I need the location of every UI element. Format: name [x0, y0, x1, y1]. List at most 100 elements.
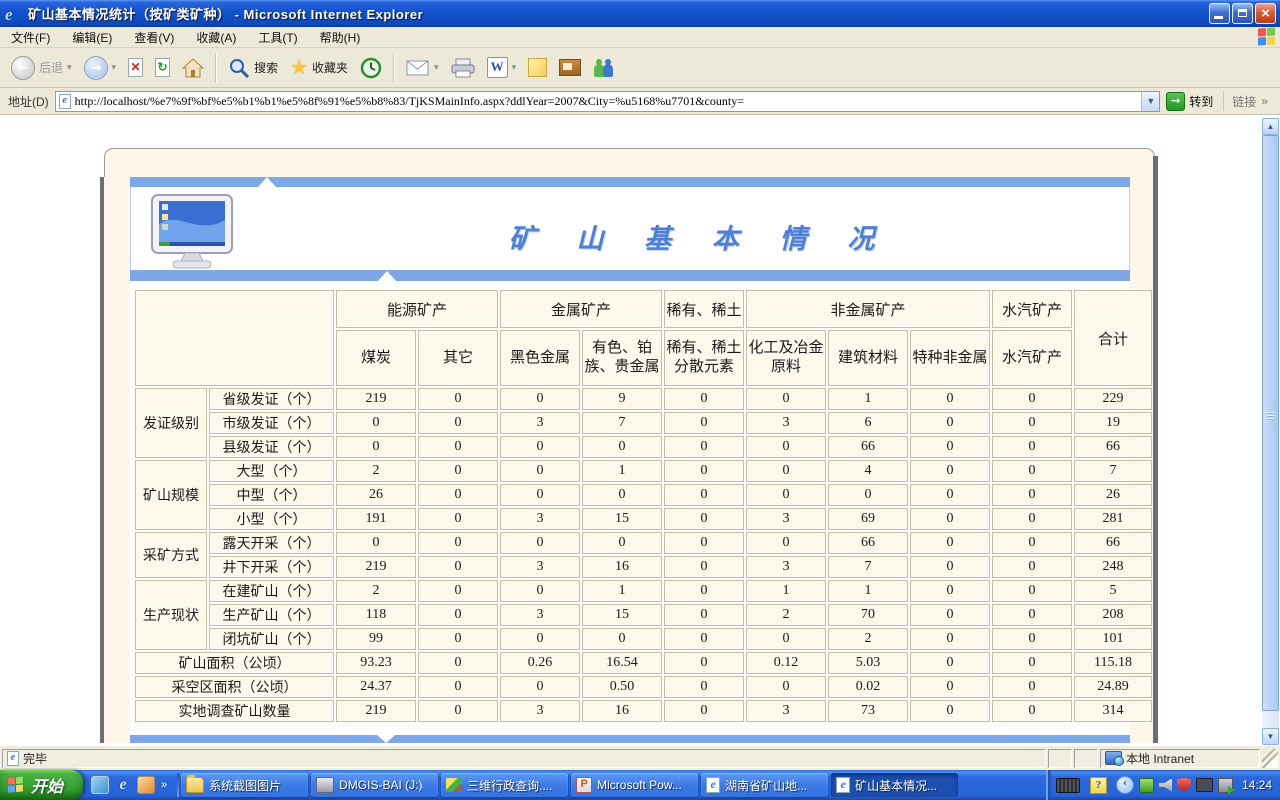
home-button[interactable] — [177, 56, 209, 80]
search-button[interactable]: 搜索 — [223, 55, 283, 81]
ie-doc-icon: e — [836, 777, 850, 793]
row-label: 生产矿山（个） — [209, 604, 334, 626]
mail-dropdown-icon[interactable]: ▾ — [434, 62, 439, 73]
data-cell: 0 — [418, 436, 498, 458]
close-button[interactable]: × — [1255, 3, 1276, 24]
edit-dropdown-icon[interactable]: ▾ — [512, 62, 517, 73]
windows-logo-icon — [1258, 27, 1276, 46]
resize-grip[interactable] — [1262, 749, 1278, 768]
quick-launch: e » — [83, 770, 175, 800]
menu-item[interactable]: 收藏(A) — [185, 29, 247, 46]
history-button[interactable] — [355, 55, 387, 81]
minimize-button[interactable] — [1209, 3, 1230, 24]
decor-bar-bottom — [130, 735, 1130, 743]
menubar-items: 文件(F)编辑(E)查看(V)收藏(A)工具(T)帮助(H) — [0, 29, 371, 46]
network-monitor-icon[interactable] — [1196, 778, 1213, 792]
scroll-down-button[interactable]: ▼ — [1262, 728, 1279, 745]
data-cell: 229 — [1074, 388, 1152, 410]
content-card: 矿 山 基 本 情 况 能源矿产金属矿产稀有、稀土非金属矿产水汽矿产合计煤炭其它… — [130, 177, 1130, 743]
go-label: 转到 — [1189, 93, 1213, 110]
data-cell: 0 — [418, 412, 498, 434]
column-header: 其它 — [418, 330, 498, 386]
back-dropdown-icon[interactable]: ▾ — [67, 62, 72, 73]
menu-item[interactable]: 工具(T) — [247, 29, 308, 46]
col-group-header: 稀有、稀土 — [664, 290, 744, 328]
col-group-header: 非金属矿产 — [746, 290, 990, 328]
notes-button[interactable] — [523, 56, 552, 79]
data-cell: 0 — [910, 412, 990, 434]
messenger-button[interactable] — [588, 57, 620, 79]
taskbar-task[interactable]: e湖南省矿山地... — [701, 773, 828, 797]
links-bar[interactable]: 链接 » — [1223, 91, 1276, 111]
print-button[interactable] — [446, 56, 480, 80]
start-label: 开始 — [31, 773, 63, 797]
outlook-icon[interactable] — [137, 776, 155, 794]
show-desktop-icon[interactable] — [91, 776, 109, 794]
scrollbar-thumb[interactable] — [1262, 135, 1279, 711]
start-button[interactable]: 开始 — [0, 770, 83, 800]
tray-collapse-icon[interactable]: ‹ — [1116, 776, 1134, 794]
forward-button[interactable]: → ▾ — [79, 54, 122, 82]
taskbar-task[interactable]: 三维行政查询.... — [441, 773, 568, 797]
help-badge-icon[interactable]: ? — [1090, 777, 1107, 794]
address-input[interactable]: http://localhost/%e7%9f%bf%e5%b1%b1%e5%8… — [55, 91, 1161, 112]
data-cell: 93.23 — [336, 652, 416, 674]
taskbar-task[interactable]: DMGIS-BAI (J:) — [311, 773, 438, 797]
taskbar-task[interactable]: PMicrosoft Pow... — [571, 773, 698, 797]
links-more-icon[interactable]: » — [1261, 94, 1268, 108]
stop-button[interactable]: ✕ — [123, 56, 148, 79]
data-cell: 3 — [500, 508, 580, 530]
edit-word-button[interactable]: W ▾ — [482, 55, 522, 80]
row-group-label: 生产现状 — [135, 580, 207, 650]
data-cell: 7 — [1074, 460, 1152, 482]
restore-button[interactable] — [1232, 3, 1253, 24]
data-cell: 66 — [1074, 436, 1152, 458]
page-icon — [59, 94, 71, 109]
data-cell: 0 — [992, 532, 1072, 554]
research-button[interactable] — [554, 57, 586, 78]
data-cell: 2 — [746, 604, 826, 626]
vertical-scrollbar[interactable]: ▲ ▼ — [1262, 118, 1279, 745]
data-cell: 6 — [828, 412, 908, 434]
task-label: Microsoft Pow... — [597, 778, 682, 792]
zone-text: 本地 Intranet — [1126, 750, 1194, 767]
home-icon — [182, 58, 204, 78]
internet-explorer-icon[interactable]: e — [115, 777, 131, 793]
data-cell: 219 — [336, 700, 416, 722]
keyboard-icon[interactable] — [1056, 778, 1080, 793]
data-cell: 314 — [1074, 700, 1152, 722]
history-icon — [360, 57, 382, 79]
column-header: 特种非金属 — [910, 330, 990, 386]
data-cell: 208 — [1074, 604, 1152, 626]
summary-row-label: 实地调查矿山数量 — [135, 700, 334, 722]
forward-dropdown-icon[interactable]: ▾ — [112, 62, 117, 73]
address-dropdown-icon[interactable]: ▼ — [1141, 92, 1159, 111]
server-status-icon[interactable] — [1218, 778, 1233, 793]
security-shield-icon[interactable] — [1177, 778, 1191, 793]
favorites-button[interactable]: ★ 收藏夹 — [285, 53, 353, 82]
mail-button[interactable]: ▾ — [401, 58, 444, 78]
back-button[interactable]: ← 后退 ▾ — [6, 54, 77, 82]
address-url[interactable]: http://localhost/%e7%9f%bf%e5%b1%b1%e5%8… — [75, 94, 1142, 109]
menubar: 文件(F)编辑(E)查看(V)收藏(A)工具(T)帮助(H) — [0, 27, 1280, 48]
row-label: 省级发证（个） — [209, 388, 334, 410]
taskbar-task[interactable]: e矿山基本情况... — [831, 773, 958, 797]
taskbar-task[interactable]: 系统截图图片 — [181, 773, 308, 797]
data-cell: 219 — [336, 388, 416, 410]
scroll-up-button[interactable]: ▲ — [1262, 118, 1279, 135]
data-cell: 3 — [746, 700, 826, 722]
menu-item[interactable]: 查看(V) — [123, 29, 185, 46]
volume-icon[interactable] — [1159, 779, 1172, 792]
menu-item[interactable]: 文件(F) — [0, 29, 61, 46]
data-cell: 1 — [828, 580, 908, 602]
refresh-button[interactable]: ↻ — [150, 56, 175, 79]
data-cell: 0 — [910, 436, 990, 458]
statistics-table-wrap: 能源矿产金属矿产稀有、稀土非金属矿产水汽矿产合计煤炭其它黑色金属有色、铂族、贵金… — [133, 288, 1129, 724]
data-cell: 0 — [664, 580, 744, 602]
tray-update-icon[interactable] — [1139, 778, 1154, 793]
menu-item[interactable]: 帮助(H) — [309, 29, 372, 46]
go-button[interactable]: → 转到 — [1160, 90, 1219, 113]
menu-item[interactable]: 编辑(E) — [61, 29, 123, 46]
quick-launch-more-icon[interactable]: » — [161, 779, 167, 791]
data-cell: 0 — [910, 532, 990, 554]
